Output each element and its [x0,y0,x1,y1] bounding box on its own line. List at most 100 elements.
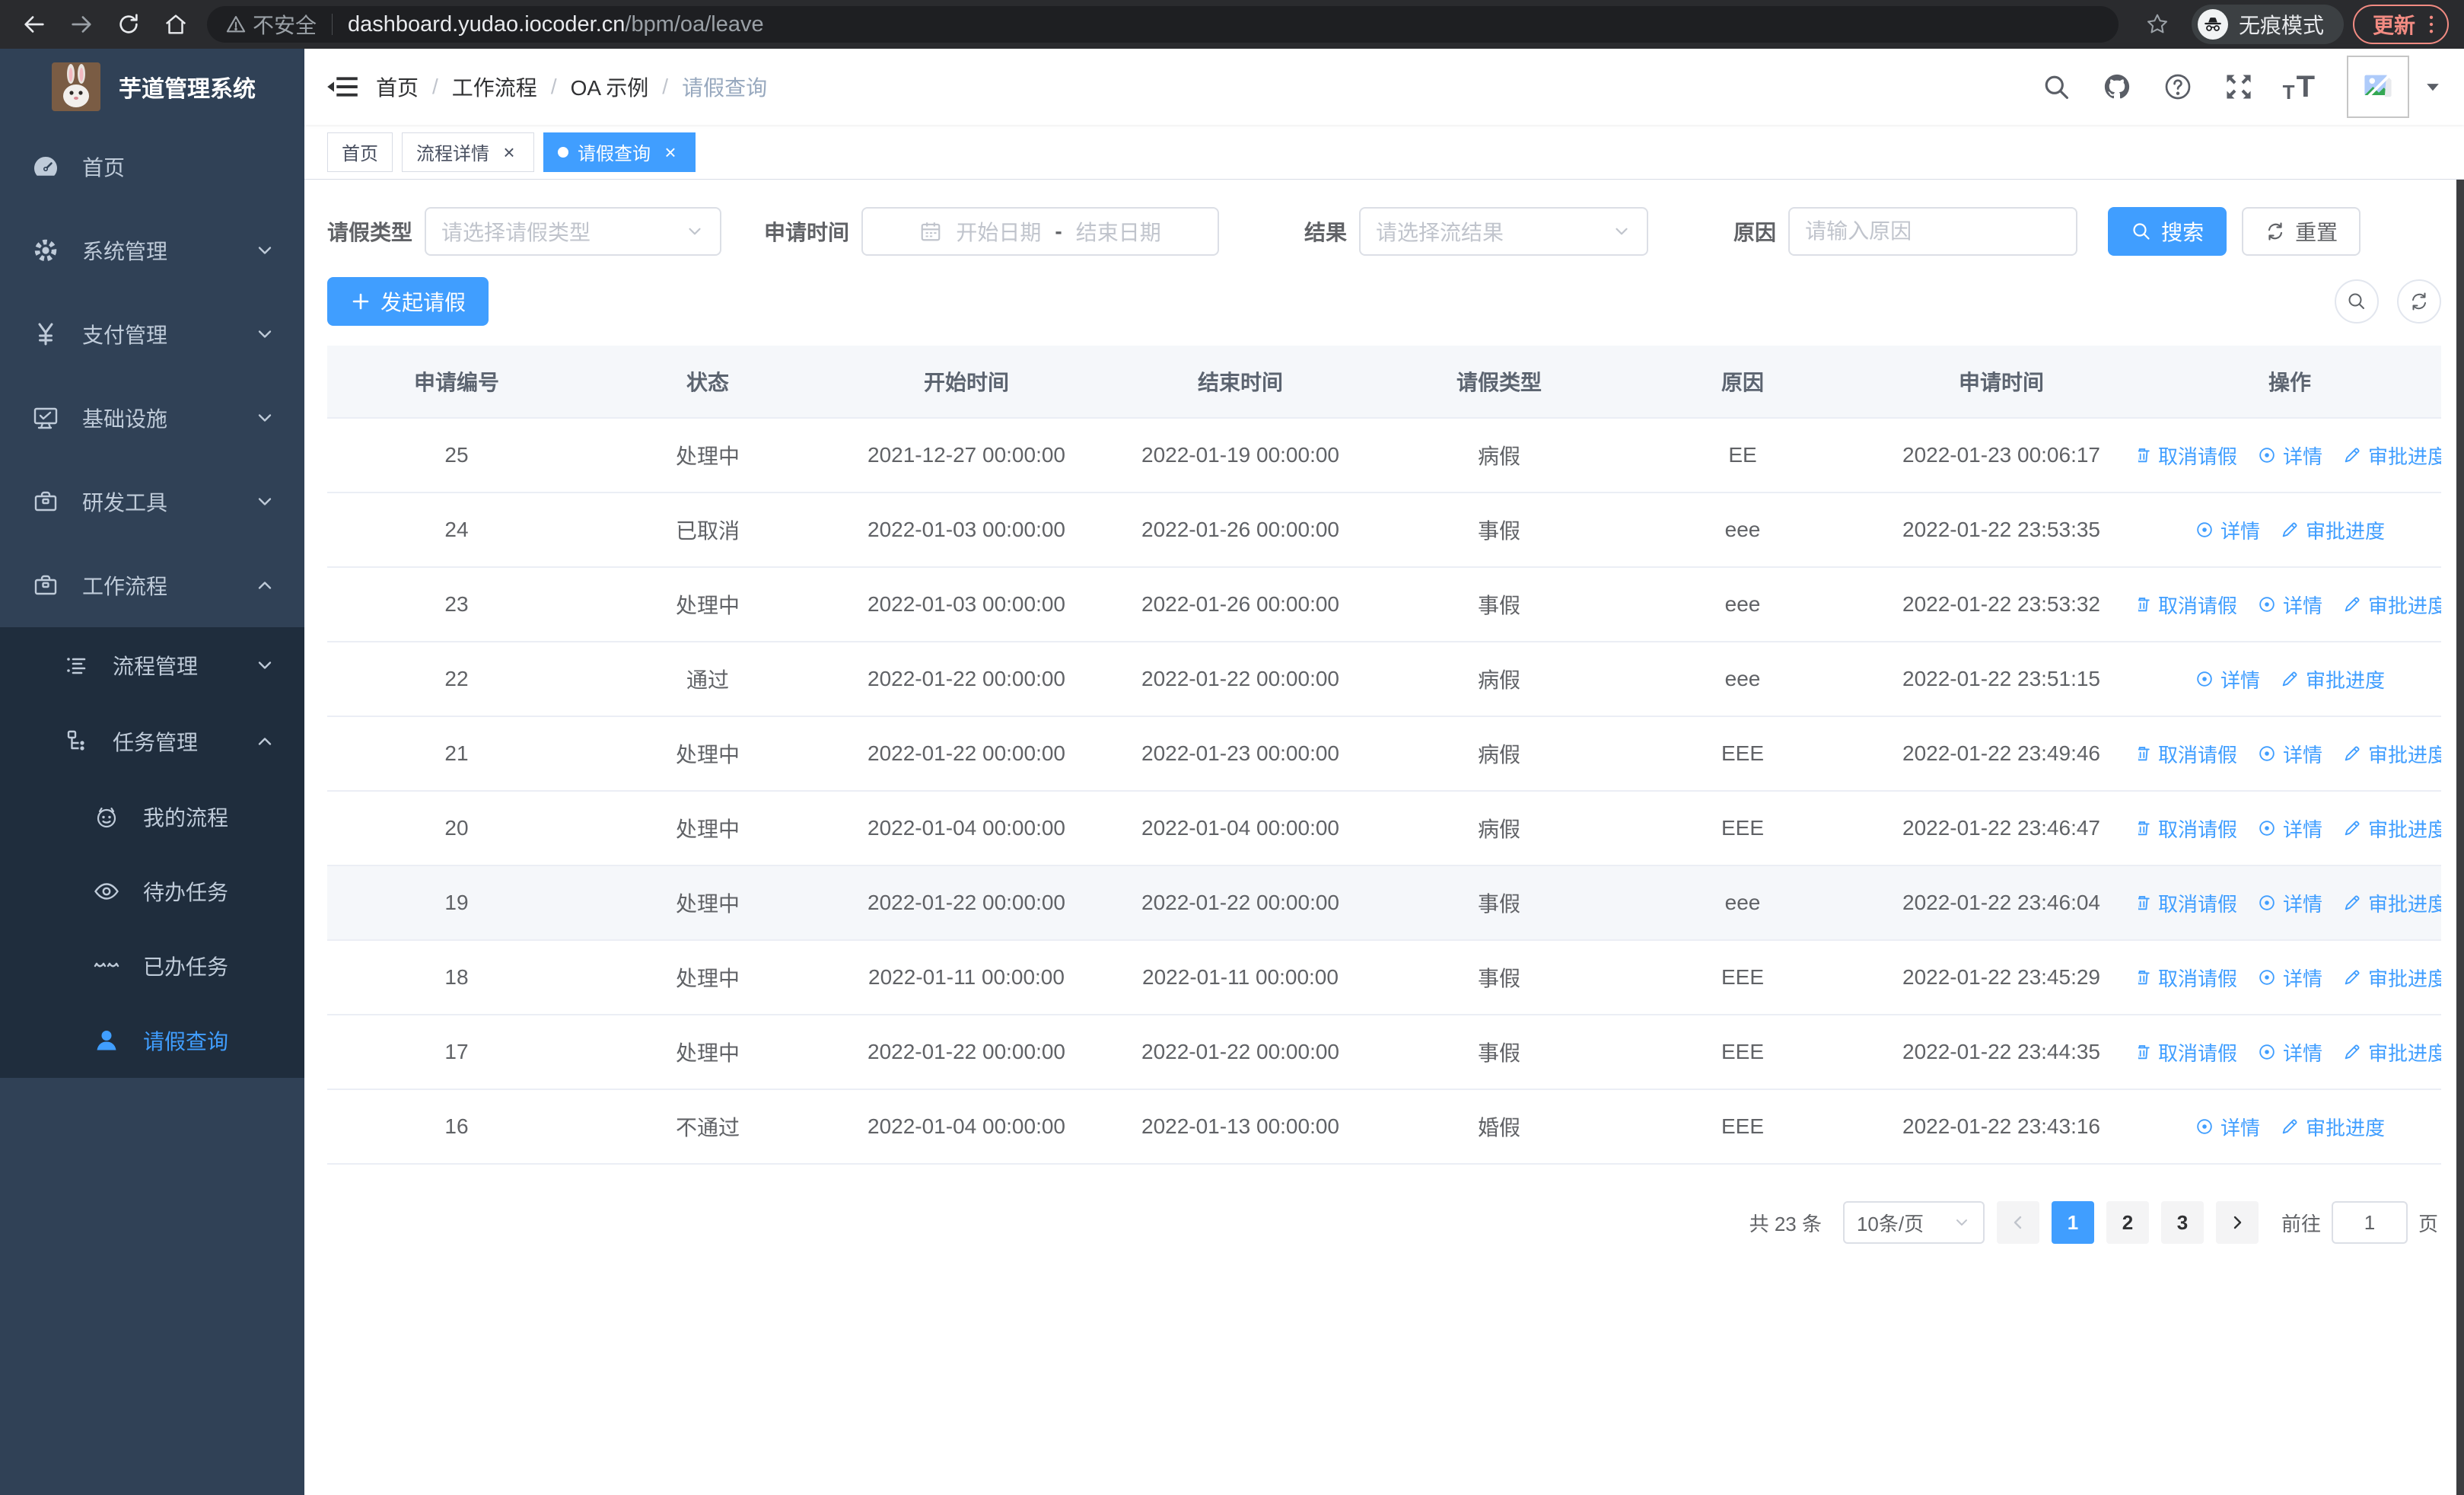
github-icon[interactable] [2100,70,2134,104]
approval-progress-link[interactable]: 审批进度 [2280,1113,2385,1141]
list-icon [62,652,90,679]
create-leave-button[interactable]: 发起请假 [327,277,489,326]
font-size-icon[interactable]: TT [2283,72,2315,102]
bookmark-star-icon[interactable] [2143,10,2172,39]
approval-progress-link[interactable]: 审批进度 [2280,665,2385,693]
detail-link[interactable]: 详情 [2195,516,2260,544]
total-count: 共 23 条 [1749,1212,1822,1235]
browser-update-button[interactable]: 更新 [2352,5,2449,44]
user-avatar[interactable] [2347,56,2409,118]
detail-link[interactable]: 详情 [2195,665,2260,693]
home-icon[interactable] [161,10,190,39]
detail-link[interactable]: 详情 [2257,591,2322,619]
reload-icon[interactable] [114,10,143,39]
table-cell: 16 [444,1114,469,1138]
app-logo[interactable]: 芋道管理系统 [0,49,304,125]
toggle-search-button[interactable] [2335,279,2379,324]
sidebar-item-支付管理[interactable]: 支付管理 [0,292,304,376]
sidebar-item-工作流程[interactable]: 工作流程 [0,543,304,627]
detail-link[interactable]: 详情 [2257,814,2322,843]
detail-link[interactable]: 详情 [2257,964,2322,992]
table-cell: 23 [444,592,469,616]
search-button[interactable]: 搜索 [2108,207,2227,256]
cancel-leave-link[interactable]: 取消请假 [2138,740,2237,768]
range-separator: - [1055,219,1062,243]
table-cell: 2022-01-22 00:00:00 [867,891,1065,914]
approval-progress-link[interactable]: 审批进度 [2342,889,2441,917]
cancel-leave-link[interactable]: 取消请假 [2138,1038,2237,1066]
page-button-3[interactable]: 3 [2160,1201,2204,1244]
detail-link[interactable]: 详情 [2257,441,2322,470]
reason-input[interactable] [1788,207,2078,256]
page-button-2[interactable]: 2 [2106,1201,2149,1244]
cancel-leave-link[interactable]: 取消请假 [2138,964,2237,992]
forward-icon[interactable] [67,10,96,39]
back-icon[interactable] [20,10,49,39]
cancel-leave-link[interactable]: 取消请假 [2138,814,2237,843]
approval-progress-link[interactable]: 审批进度 [2280,516,2385,544]
prev-page-button[interactable] [1996,1201,2039,1244]
detail-link[interactable]: 详情 [2257,1038,2322,1066]
page-button-1[interactable]: 1 [2051,1201,2094,1244]
refresh-table-button[interactable] [2397,279,2441,324]
sidebar-item-研发工具[interactable]: 研发工具 [0,460,304,543]
search-icon[interactable] [2039,70,2073,104]
apply-time-range-picker[interactable]: 开始日期 - 结束日期 [861,207,1220,256]
breadcrumb-separator: / [662,75,669,98]
close-icon[interactable]: × [498,142,520,163]
avatar-dropdown-caret-icon[interactable] [2423,77,2443,97]
not-secure-badge[interactable]: 不安全 [225,9,317,40]
address-bar[interactable]: 不安全 dashboard.yudao.iocoder.cn/bpm/oa/le… [207,6,2119,43]
leave-type-select[interactable]: 请选择请假类型 [425,207,722,256]
approval-progress-link[interactable]: 审批进度 [2342,740,2441,768]
goto-label: 前往 [2281,1212,2321,1235]
table-cell: 病假 [1477,818,1520,841]
next-page-button[interactable] [2215,1201,2259,1244]
table-cell: 事假 [1477,519,1520,543]
detail-link[interactable]: 详情 [2257,889,2322,917]
page-size-select[interactable]: 10条/页 [1842,1201,1985,1244]
approval-progress-link[interactable]: 审批进度 [2342,814,2441,843]
page-scrollbar[interactable] [2456,49,2464,1495]
breadcrumb-item[interactable]: OA 示例 [571,72,649,102]
sidebar-item-首页[interactable]: 首页 [0,125,304,209]
breadcrumb-item[interactable]: 工作流程 [452,72,537,102]
approval-progress-link[interactable]: 审批进度 [2342,441,2441,470]
detail-link[interactable]: 详情 [2257,740,2322,768]
goto-page-input[interactable] [2331,1201,2408,1244]
calendar-icon [919,220,942,243]
cancel-leave-link[interactable]: 取消请假 [2138,441,2237,470]
reset-button[interactable]: 重置 [2242,207,2361,256]
breadcrumb-item[interactable]: 首页 [376,72,419,102]
sidebar-item-系统管理[interactable]: 系统管理 [0,209,304,292]
approval-progress-link[interactable]: 审批进度 [2342,591,2441,619]
approval-progress-link[interactable]: 审批进度 [2342,1038,2441,1066]
sidebar-item-已办任务[interactable]: 已办任务 [0,929,304,1003]
sidebar-item-任务管理[interactable]: 任务管理 [0,703,304,779]
sidebar-collapse-icon[interactable] [326,70,359,104]
result-select[interactable]: 请选择流结果 [1359,207,1649,256]
incognito-badge[interactable]: 无痕模式 [2191,5,2344,44]
approval-progress-link[interactable]: 审批进度 [2342,964,2441,992]
cancel-leave-link[interactable]: 取消请假 [2138,889,2237,917]
table-cell: EEE [1721,816,1765,840]
fullscreen-icon[interactable] [2222,70,2255,104]
sidebar-item-我的流程[interactable]: 我的流程 [0,779,304,854]
detail-link[interactable]: 详情 [2195,1113,2260,1141]
tag-首页[interactable]: 首页 [327,132,393,172]
gear-icon [32,237,59,264]
cancel-leave-link[interactable]: 取消请假 [2138,591,2237,619]
help-icon[interactable] [2161,70,2195,104]
tag-流程详情[interactable]: 流程详情 × [402,132,534,172]
page-content: 请假类型 请选择请假类型 申请时间 开始日期 - 结束日期 结果 请选择流结果 … [304,180,2464,1495]
table-cell: 事假 [1477,892,1520,916]
table-cell: eee [1724,592,1761,616]
sidebar-item-基础设施[interactable]: 基础设施 [0,376,304,460]
sidebar-item-流程管理[interactable]: 流程管理 [0,627,304,703]
table-cell: EEE [1721,1040,1765,1063]
sidebar-item-请假查询[interactable]: 请假查询 [0,1003,304,1078]
sidebar-item-label: 流程管理 [113,655,199,678]
close-icon[interactable]: × [660,142,681,163]
sidebar-item-待办任务[interactable]: 待办任务 [0,854,304,929]
tag-请假查询[interactable]: 请假查询 × [543,132,696,172]
